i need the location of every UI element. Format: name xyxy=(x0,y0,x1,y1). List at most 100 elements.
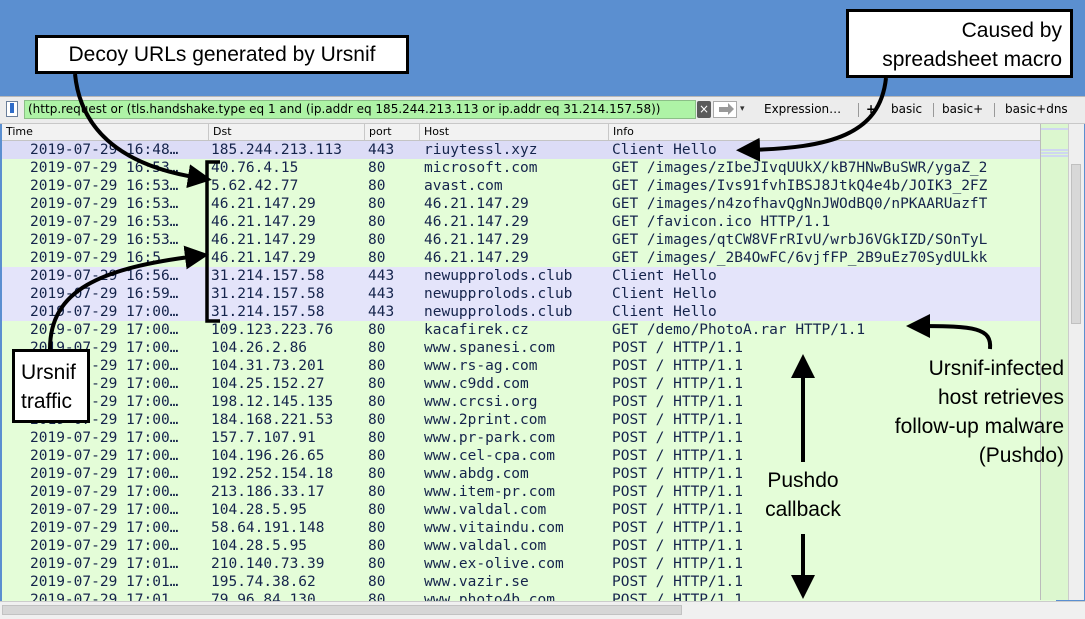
callout-text: Caused by xyxy=(961,19,1062,42)
packet-row[interactable]: 2019-07-29 17:00… 31.214.157.58 443 newuppr… xyxy=(2,303,1056,321)
packet-row[interactable]: 2019-07-29 16:53… 40.76.4.15 80 microsoft.c… xyxy=(2,159,1056,177)
cell-time: 2019-07-29 17:00… xyxy=(30,502,179,518)
filter-button-basic-plus[interactable]: basic+ xyxy=(942,100,983,119)
packet-row[interactable]: 2019-07-29 17:00… 213.186.33.17 80 www.item… xyxy=(2,483,1056,501)
cell-dst: 185.244.213.113 xyxy=(211,142,342,158)
bookmark-icon[interactable] xyxy=(6,101,18,117)
cell-port: 80 xyxy=(368,502,386,518)
packet-row[interactable]: 2019-07-29 16:5… 46.21.147.29 80 46.21.147.… xyxy=(2,249,1056,267)
cell-port: 80 xyxy=(368,592,386,601)
clear-filter-button[interactable]: × xyxy=(697,101,711,118)
horizontal-scrollbar[interactable] xyxy=(0,601,1085,619)
cell-host: www.photo4b.com xyxy=(424,592,555,601)
packet-row[interactable]: 2019-07-29 17:00… 104.28.5.95 80 www.valdal… xyxy=(2,501,1056,519)
cell-time: 2019-07-29 17:00… xyxy=(30,466,179,482)
cell-port: 80 xyxy=(368,358,386,374)
add-filter-button[interactable]: + xyxy=(866,100,876,119)
cell-host: newupprolods.club xyxy=(424,268,573,284)
cell-host: www.spanesi.com xyxy=(424,340,555,356)
arrow-right-icon xyxy=(719,103,734,115)
minimap-marker xyxy=(1041,128,1068,130)
cell-host: www.crcsi.org xyxy=(424,394,538,410)
apply-filter-button[interactable] xyxy=(713,101,737,118)
cell-time: 2019-07-29 16:5… xyxy=(30,250,170,266)
cell-info: GET /demo/PhotoA.rar HTTP/1.1 xyxy=(612,322,866,338)
packet-row[interactable]: 2019-07-29 17:00… 109.123.223.76 80 kacafir… xyxy=(2,321,1056,339)
cell-time: 2019-07-29 16:53… xyxy=(30,214,179,230)
cell-port: 80 xyxy=(368,232,386,248)
cell-info: POST / HTTP/1.1 xyxy=(612,574,743,590)
packet-row[interactable]: 2019-07-29 16:53… 46.21.147.29 80 46.21.147… xyxy=(2,213,1056,231)
cell-port: 80 xyxy=(368,448,386,464)
callout-ursnif-traffic: Ursnif traffic xyxy=(12,349,90,423)
column-info[interactable]: Info xyxy=(609,124,1056,140)
cell-host: www.rs-ag.com xyxy=(424,358,538,374)
packet-row[interactable]: 2019-07-29 16:53… 46.21.147.29 80 46.21.147… xyxy=(2,231,1056,249)
cell-time: 2019-07-29 17:00… xyxy=(30,520,179,536)
scrollbar-thumb[interactable] xyxy=(1071,164,1081,324)
cell-dst: 184.168.221.53 xyxy=(211,412,334,428)
cell-dst: 31.214.157.58 xyxy=(211,304,325,320)
packet-row[interactable]: 2019-07-29 17:00… 104.28.5.95 80 www.valdal… xyxy=(2,537,1056,555)
cell-info: POST / HTTP/1.1 xyxy=(612,556,743,572)
callout-caused-by-macro: Caused by spreadsheet macro xyxy=(846,9,1073,78)
cell-host: www.c9dd.com xyxy=(424,376,529,392)
column-port[interactable]: port xyxy=(365,124,420,140)
packet-row[interactable]: 2019-07-29 17:01… 195.74.38.62 80 www.vazir… xyxy=(2,573,1056,591)
filter-button-basic-dns[interactable]: basic+dns xyxy=(1005,100,1068,119)
packet-row[interactable]: 2019-07-29 16:48… 185.244.213.113 443 riuyt… xyxy=(2,141,1056,159)
packet-row[interactable]: 2019-07-29 16:53… 46.21.147.29 80 46.21.147… xyxy=(2,195,1056,213)
packet-row[interactable]: 2019-07-29 16:53… 5.62.42.77 80 avast.com GE… xyxy=(2,177,1056,195)
column-dst[interactable]: Dst xyxy=(209,124,365,140)
packet-row[interactable]: 2019-07-29 17:00… 58.64.191.148 80 www.vita… xyxy=(2,519,1056,537)
cell-info: GET /images/zIbeJIvqUUkX/kB7HNwBuSWR/yga… xyxy=(612,160,988,176)
expression-button[interactable]: Expression… xyxy=(764,100,841,119)
cell-time: 2019-07-29 17:01… xyxy=(30,556,179,572)
filter-history-dropdown[interactable]: ▾ xyxy=(740,101,752,118)
cell-dst: 58.64.191.148 xyxy=(211,520,325,536)
cell-dst: 210.140.73.39 xyxy=(211,556,325,572)
cell-host: newupprolods.club xyxy=(424,304,573,320)
cell-port: 80 xyxy=(368,484,386,500)
cell-host: www.item-pr.com xyxy=(424,484,555,500)
cell-host: www.vazir.se xyxy=(424,574,529,590)
annotation-pushdo-callback: Pushdo callback xyxy=(754,466,852,524)
cell-port: 443 xyxy=(368,304,395,320)
column-host[interactable]: Host xyxy=(420,124,609,140)
display-filter-toolbar: (http.request or (tls.handshake.type eq … xyxy=(0,96,1085,124)
vertical-scrollbar[interactable] xyxy=(1068,124,1084,600)
cell-port: 80 xyxy=(368,394,386,410)
cell-host: www.pr-park.com xyxy=(424,430,555,446)
cell-time: 2019-07-29 16:53… xyxy=(30,160,179,176)
cell-port: 80 xyxy=(368,574,386,590)
scrollbar-thumb[interactable] xyxy=(2,605,682,615)
packet-row[interactable]: 2019-07-29 17:01… 210.140.73.39 80 www.ex-o… xyxy=(2,555,1056,573)
cell-host: www.vitaindu.com xyxy=(424,520,564,536)
cell-host: avast.com xyxy=(424,178,503,194)
cell-dst: 104.196.26.65 xyxy=(211,448,325,464)
cell-port: 80 xyxy=(368,556,386,572)
packet-row[interactable]: 2019-07-29 16:56… 31.214.157.58 443 newuppr… xyxy=(2,267,1056,285)
filter-button-basic[interactable]: basic xyxy=(891,100,922,119)
cell-dst: 104.28.5.95 xyxy=(211,538,308,554)
toolbar-separator xyxy=(994,103,995,117)
cell-info: POST / HTTP/1.1 xyxy=(612,592,743,601)
cell-time: 2019-07-29 16:56… xyxy=(30,268,179,284)
cell-port: 80 xyxy=(368,160,386,176)
cell-port: 80 xyxy=(368,466,386,482)
packet-row[interactable]: 2019-07-29 16:59… 31.214.157.58 443 newuppr… xyxy=(2,285,1056,303)
cell-time: 2019-07-29 17:00… xyxy=(30,538,179,554)
display-filter-input[interactable]: (http.request or (tls.handshake.type eq … xyxy=(24,100,696,119)
callout-decoy-urls: Decoy URLs generated by Ursnif xyxy=(35,35,409,74)
packet-row[interactable]: 2019-07-29 17:01… 79.96.84.130 80 www.photo… xyxy=(2,591,1056,601)
cell-time: 2019-07-29 16:59… xyxy=(30,286,179,302)
cell-port: 80 xyxy=(368,178,386,194)
cell-host: 46.21.147.29 xyxy=(424,250,529,266)
annotation-line: Ursnif-infected xyxy=(928,357,1064,380)
minimap-marker xyxy=(1041,149,1068,151)
cell-dst: 79.96.84.130 xyxy=(211,592,316,601)
callout-text: Decoy URLs generated by Ursnif xyxy=(68,43,376,66)
cell-host: www.valdal.com xyxy=(424,538,547,554)
cell-dst: 198.12.145.135 xyxy=(211,394,334,410)
column-time[interactable]: Time xyxy=(2,124,209,140)
